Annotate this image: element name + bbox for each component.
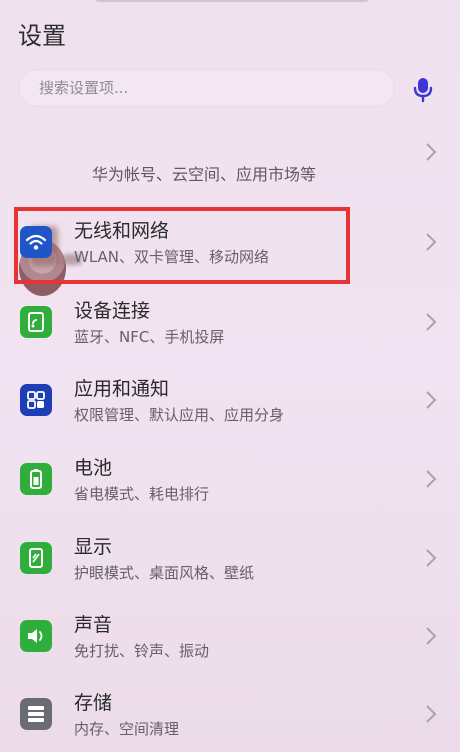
microphone-icon[interactable] (408, 74, 438, 104)
top-notch (92, 0, 372, 2)
chevron-right-icon (426, 627, 437, 645)
item-subtitle: 权限管理、默认应用、应用分身 (74, 406, 285, 424)
sound-icon (20, 620, 52, 652)
search-row: 搜索设置项... (18, 69, 442, 109)
item-title: 电池 (74, 457, 113, 479)
chevron-right-icon (426, 143, 437, 161)
item-title: 显示 (74, 536, 113, 558)
battery-icon (20, 463, 52, 495)
chevron-right-icon (426, 549, 437, 567)
item-subtitle: 省电模式、耗电排行 (74, 485, 210, 503)
list-item-sound[interactable]: 声音 免打扰、铃声、振动 (0, 600, 460, 672)
item-title: 无线和网络 (74, 220, 170, 242)
item-subtitle: 护眼模式、桌面风格、壁纸 (74, 564, 255, 582)
item-subtitle: WLAN、双卡管理、移动网络 (74, 248, 270, 266)
chevron-right-icon (426, 391, 437, 409)
list-item-wireless[interactable]: 无线和网络 WLAN、双卡管理、移动网络 (0, 206, 460, 278)
page-title: 设置 (18, 22, 66, 50)
list-item-battery[interactable]: 电池 省电模式、耗电排行 (0, 443, 460, 515)
display-icon (20, 542, 52, 574)
item-subtitle: 蓝牙、NFC、手机投屏 (74, 328, 225, 346)
item-title: 设备连接 (74, 300, 151, 322)
list-item-apps-notifications[interactable]: 应用和通知 权限管理、默认应用、应用分身 (0, 364, 460, 436)
search-input[interactable]: 搜索设置项... (18, 69, 395, 107)
chevron-right-icon (426, 470, 437, 488)
wifi-icon (20, 226, 52, 258)
list-item-display[interactable]: 显示 护眼模式、桌面风格、壁纸 (0, 522, 460, 594)
account-row[interactable]: 华为帐号、云空间、应用市场等 (0, 114, 460, 296)
item-title: 应用和通知 (74, 378, 170, 400)
storage-icon (20, 698, 52, 730)
item-title: 存储 (74, 692, 113, 714)
chevron-right-icon (426, 313, 437, 331)
item-subtitle: 内存、空间清理 (74, 720, 180, 738)
chevron-right-icon (426, 233, 437, 251)
list-item-device-connection[interactable]: 设备连接 蓝牙、NFC、手机投屏 (0, 286, 460, 358)
account-subtitle: 华为帐号、云空间、应用市场等 (92, 165, 317, 184)
list-item-storage[interactable]: 存储 内存、空间清理 (0, 678, 460, 750)
apps-icon (20, 384, 52, 416)
item-title: 声音 (74, 614, 113, 636)
chevron-right-icon (426, 705, 437, 723)
device-connection-icon (20, 306, 52, 338)
item-subtitle: 免打扰、铃声、振动 (74, 642, 210, 660)
